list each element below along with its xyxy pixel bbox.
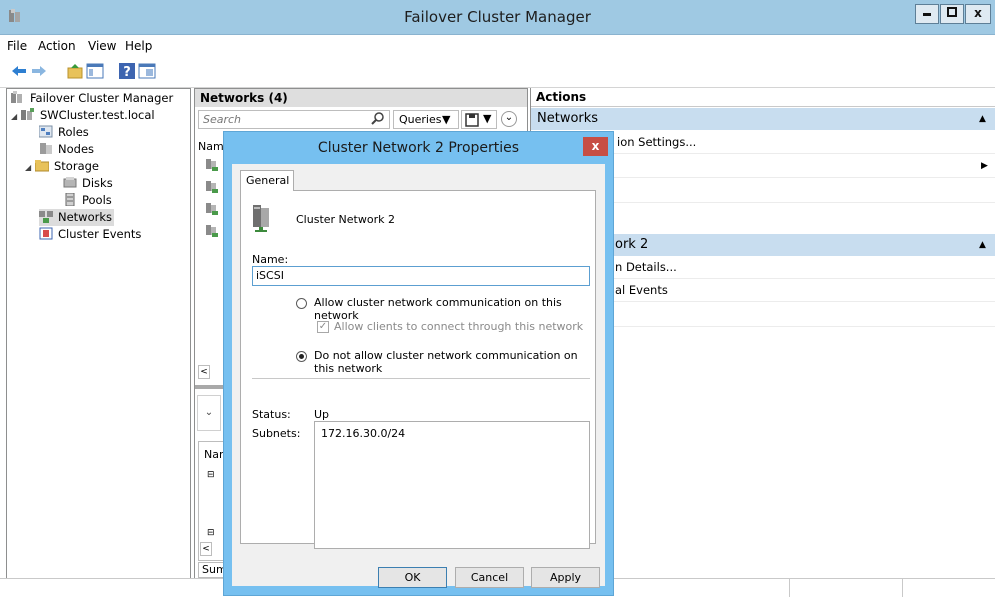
menu-file[interactable]: File bbox=[7, 39, 27, 53]
disks-icon bbox=[63, 176, 77, 189]
subnet-item: 172.16.30.0/24 bbox=[321, 427, 406, 440]
radio-deny-communication[interactable] bbox=[296, 351, 307, 362]
window-title: Failover Cluster Manager bbox=[404, 8, 591, 26]
subnets-label: Subnets: bbox=[252, 427, 301, 440]
scroll-left-button[interactable]: < bbox=[198, 365, 210, 379]
general-tab-panel: Cluster Network 2 Name: iSCSI Allow clus… bbox=[240, 190, 596, 549]
expand-collapse-icon[interactable]: ⌄ bbox=[501, 111, 517, 127]
search-input[interactable]: Search bbox=[198, 110, 390, 129]
toolbar: ? bbox=[0, 57, 995, 88]
tree-item-storage[interactable]: ◢ Storage bbox=[25, 158, 99, 175]
menu-bar: File Action View Help bbox=[0, 35, 995, 57]
show-hide-tree-icon[interactable] bbox=[86, 62, 104, 80]
dialog-title: Cluster Network 2 Properties bbox=[317, 140, 520, 156]
dialog-close-button[interactable]: x bbox=[583, 137, 608, 156]
tree-item-cluster-events[interactable]: Cluster Events bbox=[39, 226, 141, 243]
collapse-icon[interactable]: ⊟ bbox=[207, 470, 215, 480]
up-folder-icon[interactable] bbox=[66, 62, 84, 80]
checkbox-allow-clients[interactable]: ✓ bbox=[317, 321, 329, 333]
queries-button[interactable]: Queries ▼ bbox=[393, 110, 459, 129]
minimize-button[interactable] bbox=[915, 4, 939, 24]
network-row-icon[interactable] bbox=[205, 180, 219, 197]
properties-dialog: Cluster Network 2 Properties x General C… bbox=[223, 131, 614, 596]
tree-item-nodes[interactable]: Nodes bbox=[39, 141, 94, 158]
column-header-name[interactable]: Nam bbox=[198, 140, 224, 153]
apply-button[interactable]: Apply bbox=[531, 567, 600, 588]
networks-icon bbox=[39, 210, 53, 223]
save-query-button[interactable]: ▼ bbox=[461, 110, 497, 129]
networks-header: Networks (4) bbox=[195, 89, 527, 107]
maximize-button[interactable] bbox=[940, 4, 964, 24]
collapse-arrow-icon[interactable]: ◢ bbox=[11, 108, 21, 125]
radio-allow-communication[interactable] bbox=[296, 298, 307, 309]
radio-deny-label[interactable]: Do not allow cluster network communicati… bbox=[314, 349, 595, 375]
checkbox-allow-clients-label[interactable]: Allow clients to connect through this ne… bbox=[334, 320, 583, 333]
status-value: Up bbox=[314, 408, 330, 421]
chevron-down-icon: ▼ bbox=[483, 112, 492, 125]
collapse-up-icon[interactable]: ▲ bbox=[979, 108, 986, 130]
menu-view[interactable]: View bbox=[88, 39, 116, 53]
properties-icon[interactable] bbox=[138, 62, 156, 80]
tree-item-roles[interactable]: Roles bbox=[38, 124, 89, 141]
storage-icon bbox=[34, 159, 50, 172]
chevron-down-icon: ▼ bbox=[442, 113, 451, 126]
scroll-left-button[interactable]: < bbox=[200, 542, 212, 556]
network-name-label: Cluster Network 2 bbox=[296, 213, 395, 226]
actions-header: Actions bbox=[531, 88, 995, 107]
cluster-manager-icon bbox=[11, 91, 25, 104]
tree-item-disks[interactable]: Disks bbox=[63, 175, 113, 192]
tab-general[interactable]: General bbox=[240, 170, 294, 191]
search-icon[interactable] bbox=[371, 112, 385, 129]
collapse-up-icon[interactable]: ▲ bbox=[979, 234, 986, 256]
collapse-icon[interactable]: ⊟ bbox=[207, 528, 215, 538]
separator bbox=[252, 378, 590, 379]
svg-text:?: ? bbox=[123, 65, 131, 80]
tree-item-failover-cluster-manager[interactable]: Failover Cluster Manager bbox=[11, 90, 173, 107]
pools-icon bbox=[63, 192, 77, 207]
save-icon bbox=[465, 113, 479, 127]
cluster-icon bbox=[21, 108, 35, 121]
menu-action[interactable]: Action bbox=[38, 39, 76, 53]
submenu-arrow-icon: ▶ bbox=[981, 161, 988, 171]
name-label: Name: bbox=[252, 253, 289, 266]
window-title-bar: Failover Cluster Manager x bbox=[0, 0, 995, 35]
menu-help[interactable]: Help bbox=[125, 39, 152, 53]
tree-item-pools[interactable]: Pools bbox=[63, 192, 112, 209]
cluster-events-icon bbox=[39, 227, 53, 240]
status-label: Status: bbox=[252, 408, 291, 421]
chevron-down-icon[interactable]: ⌄ bbox=[197, 395, 221, 431]
tree-item-networks[interactable]: Networks bbox=[39, 209, 115, 226]
collapse-arrow-icon[interactable]: ◢ bbox=[25, 159, 35, 176]
network-icon bbox=[251, 203, 273, 236]
subnets-list[interactable]: 172.16.30.0/24 bbox=[314, 421, 590, 549]
name-input[interactable]: iSCSI bbox=[252, 266, 590, 286]
actions-section-networks[interactable]: Networks ▲ bbox=[531, 108, 995, 130]
close-button[interactable]: x bbox=[965, 4, 991, 24]
forward-icon[interactable] bbox=[30, 62, 48, 80]
back-icon[interactable] bbox=[10, 62, 28, 80]
nodes-icon bbox=[39, 142, 53, 155]
tree-item-swcluster[interactable]: ◢ SWCluster.test.local bbox=[11, 107, 155, 124]
cancel-button[interactable]: Cancel bbox=[455, 567, 524, 588]
navigation-tree: Failover Cluster Manager ◢ SWCluster.test… bbox=[6, 88, 191, 580]
help-icon[interactable]: ? bbox=[118, 62, 136, 80]
network-row-icon[interactable] bbox=[205, 202, 219, 219]
radio-allow-label[interactable]: Allow cluster network communication on t… bbox=[314, 296, 595, 322]
roles-icon bbox=[38, 125, 53, 138]
dialog-body: General Cluster Network 2 Name: iSCSI Al… bbox=[232, 164, 605, 588]
status-divider bbox=[902, 579, 903, 597]
ok-button[interactable]: OK bbox=[378, 567, 447, 588]
status-divider bbox=[789, 579, 790, 597]
network-row-icon[interactable] bbox=[205, 224, 219, 241]
network-row-icon[interactable] bbox=[205, 158, 219, 175]
